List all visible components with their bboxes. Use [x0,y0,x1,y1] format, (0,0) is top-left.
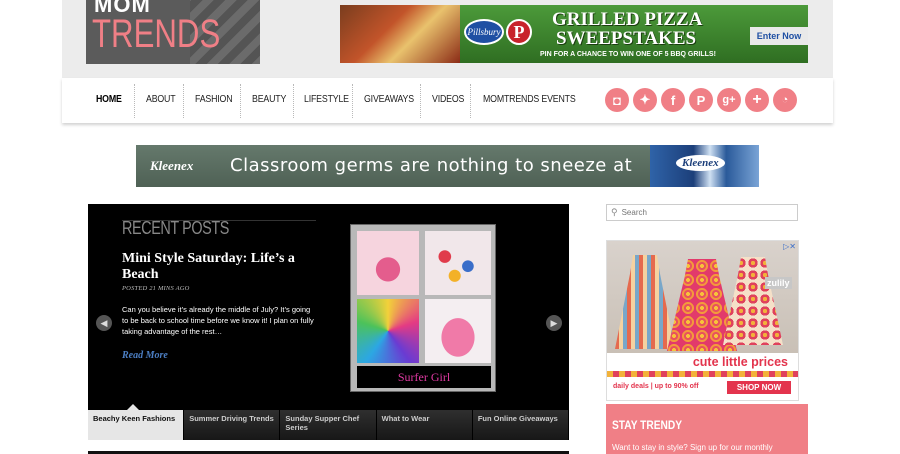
read-more-link[interactable]: Read More [122,350,168,361]
featured-slider: RECENT POSTS Mini Style Saturday: Life’s… [88,204,569,410]
prev-arrow-icon[interactable]: ◀ [96,315,112,331]
post-title-link[interactable]: Mini Style Saturday: Life’s a Beach [122,251,312,283]
nav-separator [134,84,135,118]
banner-subtitle: PIN FOR A CHANCE TO WIN ONE OF 5 BBQ GRI… [540,51,716,58]
banner-ad[interactable]: Pillsbury P GRILLED PIZZA SWEEPSTAKES PI… [340,5,808,63]
rss-icon[interactable]: ◔ [773,88,797,112]
tie-dye-towel-image [357,299,419,363]
nav-item-fashion[interactable]: FASHION [195,94,233,105]
pizza-image [340,5,460,63]
pinterest-icon: P [506,19,532,45]
instagram-icon[interactable]: ◘ [605,88,629,112]
post-excerpt: Can you believe it’s already the middle … [122,305,314,336]
ad-choices-icon[interactable]: ▷✕ [783,242,796,251]
slider-tab[interactable]: Summer Driving Trends [184,410,281,440]
nav-item-beauty[interactable]: BEAUTY [252,94,286,105]
post-image-collage[interactable]: Surfer Girl [350,224,496,392]
slider-tab[interactable]: Fun Online Giveaways [472,410,570,440]
stay-trendy-title: STAY TRENDY [612,418,683,432]
kleenex-ad[interactable]: Kleenex Classroom germs are nothing to s… [136,145,759,187]
twitter-icon[interactable]: ✦ [633,88,657,112]
shop-now-button[interactable]: SHOP NOW [727,381,791,394]
slider-tab[interactable]: Beachy Keen Fashions [88,410,185,440]
dress-image [723,257,783,345]
nav-item-lifestyle[interactable]: LIFESTYLE [304,94,349,105]
nav-separator [183,84,184,118]
nav-separator [420,84,421,118]
pink-shoes-image [425,299,491,363]
nav-separator [240,84,241,118]
nav-item-home[interactable]: HOME [96,94,122,105]
search-icon: ⚲ [611,207,618,217]
stay-trendy-text: Want to stay in style? Sign up for our m… [612,443,773,452]
ad-deals-text: daily deals | up to 90% off [613,383,699,390]
nav-separator [293,84,294,118]
nav-separator [352,84,353,118]
slider-tabs: Beachy Keen Fashions Summer Driving Tren… [88,410,570,440]
ad-pattern-strip [607,371,798,377]
swimsuit-image [425,231,491,295]
facebook-icon[interactable]: f [661,88,685,112]
logo-line2: TRENDS [92,12,221,56]
dress-image [615,255,675,349]
kleenex-box-logo: Kleenex [676,155,725,171]
nav-separator [470,84,471,118]
page: MOM TRENDS Pillsbury P GRILLED PIZZA SWE… [0,0,900,454]
nav-item-giveaways[interactable]: GIVEAWAYS [364,94,414,105]
dresses-image: zulily ▷✕ [607,241,798,353]
next-arrow-icon[interactable]: ▶ [546,315,562,331]
kleenex-message: Classroom germs are nothing to sneeze at [230,155,633,176]
zulily-logo: zulily [765,277,792,289]
stay-trendy-box: STAY TRENDY Want to stay in style? Sign … [606,404,808,454]
nav-item-videos[interactable]: VIDEOS [432,94,464,105]
nav-item-about[interactable]: ABOUT [146,94,176,105]
enter-now-button[interactable]: Enter Now [750,27,808,45]
site-logo[interactable]: MOM TRENDS [86,0,260,64]
recent-posts-heading: RECENT POSTS [122,218,229,238]
google-plus-icon[interactable]: g+ [717,88,741,112]
ad-tagline: cute little prices [692,355,788,369]
plus-icon[interactable]: + [745,88,769,112]
pillsbury-logo: Pillsbury [464,19,504,45]
banner-title-line2: SWEEPSTAKES [556,28,697,49]
post-timestamp: POSTED 21 MINS AGO [122,285,190,292]
drawstring-bag-image [357,231,419,295]
slider-tab[interactable]: Sunday Supper Chef Series [280,410,377,440]
pinterest-icon[interactable]: P [689,88,713,112]
search-box[interactable]: ⚲ [606,204,798,221]
slider-tab[interactable]: What to Wear [376,410,473,440]
collage-caption: Surfer Girl [357,366,491,388]
search-input[interactable] [621,208,782,217]
nav-item-momtrends-events[interactable]: MOMTRENDS EVENTS [483,94,576,105]
zulily-ad[interactable]: zulily ▷✕ cute little prices daily deals… [606,240,799,401]
kleenex-brand: Kleenex [150,158,194,173]
